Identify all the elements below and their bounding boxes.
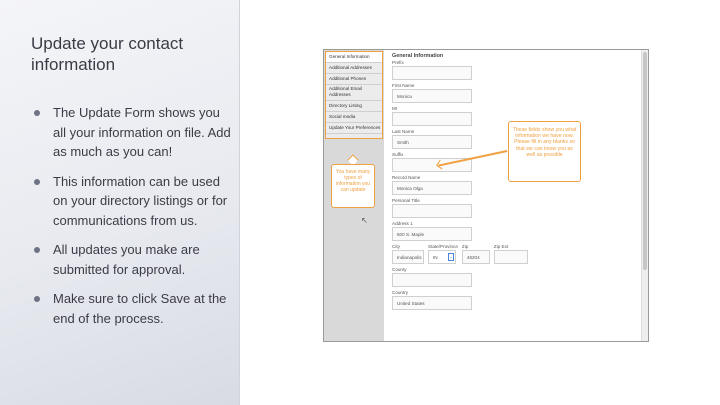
general-information-form: General Information Prefix First Name Mo…: [392, 53, 592, 313]
prefix-input[interactable]: [392, 66, 472, 80]
chevron-down-icon[interactable]: ⌄: [448, 253, 454, 261]
bullet-item: This information can be used on your dir…: [31, 172, 231, 231]
slide-title: Update your contact information: [31, 34, 184, 74]
state-col: State/Province IN ⌄: [428, 244, 458, 267]
personal-title-input[interactable]: [392, 204, 472, 218]
callout-left: You have many types of information you c…: [331, 164, 375, 208]
bullet-item: Make sure to click Save at the end of th…: [31, 289, 231, 328]
zip-ext-input[interactable]: [493, 250, 528, 264]
bullet-dot-icon: [34, 296, 40, 302]
bullet-dot-icon: [34, 178, 40, 185]
city-state-zip-row: City Indianapolis State/Province IN ⌄ Zip…: [392, 244, 592, 267]
state-select[interactable]: IN ⌄: [428, 250, 456, 264]
mouse-cursor-icon: ↖: [361, 216, 368, 225]
record-name-input[interactable]: Monica Olga: [392, 181, 472, 195]
first-name-input[interactable]: Monica: [392, 89, 472, 103]
sidebar-item-additional-addresses[interactable]: Additional Addresses: [326, 63, 382, 74]
city-input[interactable]: Indianapolis: [392, 250, 424, 264]
form-screenshot: General Information Additional Addresses…: [323, 49, 649, 342]
slide-left-panel: Update your contact information The Upda…: [0, 0, 240, 405]
bullet-item: All updates you make are submitted for a…: [31, 240, 231, 279]
middle-initial-input[interactable]: [392, 112, 472, 126]
bullet-item: The Update Form shows you all your infor…: [31, 103, 231, 162]
sidebar-item-general-information[interactable]: General Information: [326, 52, 382, 63]
callout-right: These fields show you what information w…: [508, 121, 581, 182]
sidebar-item-preferences[interactable]: Update Your Preferences: [326, 123, 382, 134]
county-input[interactable]: [392, 273, 472, 287]
sidebar-item-social-media[interactable]: Social media: [326, 112, 382, 123]
sidebar-item-directory-listing[interactable]: Directory Listing: [326, 101, 382, 112]
zip-col: Zip 46204: [461, 244, 490, 267]
address-1-input[interactable]: 500 S. Maple: [392, 227, 472, 241]
bullet-list: The Update Form shows you all your infor…: [31, 103, 231, 338]
form-heading: General Information: [392, 53, 444, 59]
bullet-dot-icon: [34, 110, 40, 116]
sidebar-item-additional-phones[interactable]: Additional Phones: [326, 74, 382, 85]
last-name-input[interactable]: Smith: [392, 135, 472, 149]
scrollbar[interactable]: [641, 50, 648, 341]
state-value: IN: [433, 255, 438, 260]
zip-input[interactable]: 46204: [461, 250, 490, 264]
zip-ext-col: Zip Ext: [493, 244, 528, 267]
bullet-dot-icon: [34, 247, 40, 253]
country-input[interactable]: United States: [392, 296, 472, 310]
sidebar-item-additional-email[interactable]: Additional Email Addresses: [326, 85, 382, 101]
form-sidebar: General Information Additional Addresses…: [324, 50, 384, 341]
scrollbar-thumb[interactable]: [643, 52, 647, 270]
sidebar-highlight-box: General Information Additional Addresses…: [325, 51, 383, 139]
city-col: City Indianapolis: [392, 244, 424, 267]
